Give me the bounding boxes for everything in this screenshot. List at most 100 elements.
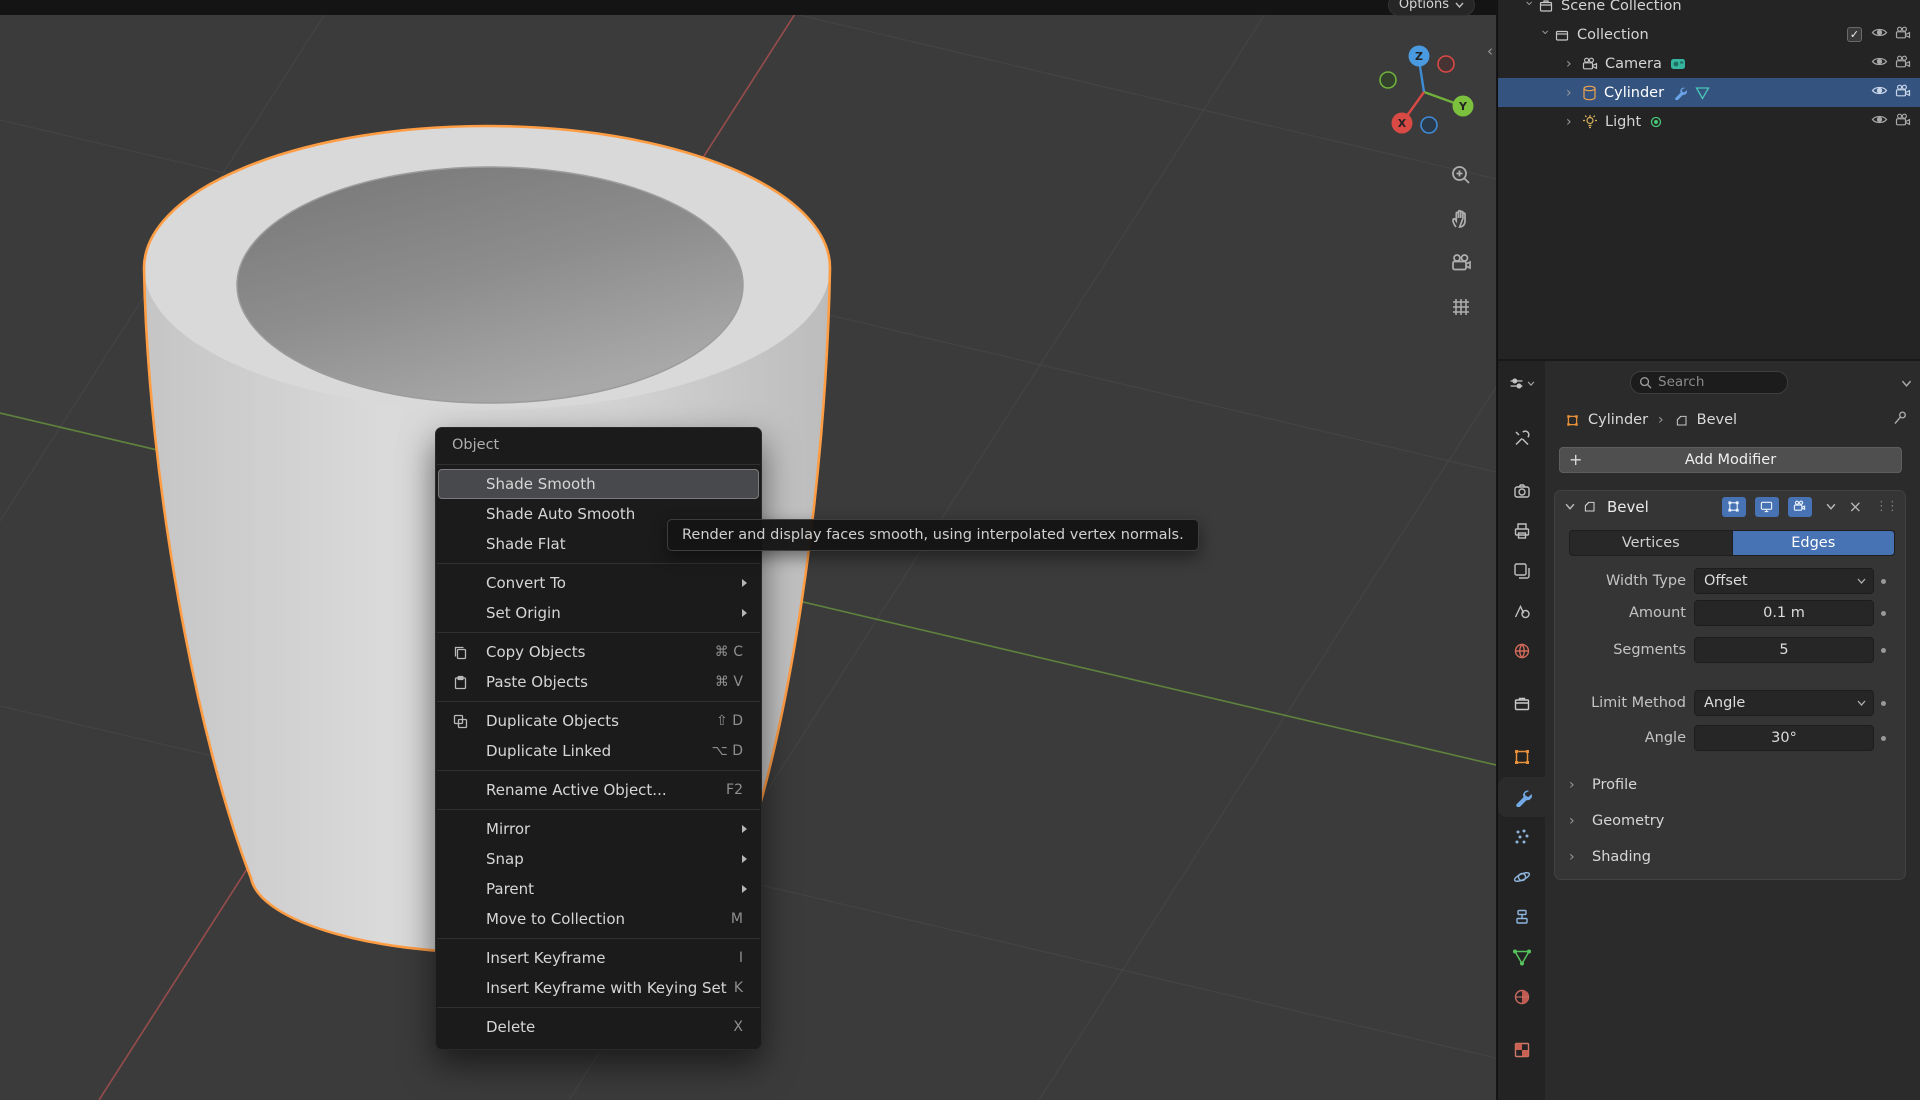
section-shading[interactable]: › Shading (1555, 843, 1905, 871)
width-type-dropdown[interactable]: Offset (1694, 568, 1874, 594)
close-icon[interactable]: × (1849, 497, 1862, 516)
panel-expand-icon[interactable] (1565, 503, 1575, 510)
tab-render[interactable] (1498, 471, 1545, 511)
expand-icon[interactable]: › (1566, 85, 1580, 101)
affect-edges-button[interactable]: Edges (1732, 530, 1895, 556)
render-display-toggle[interactable] (1787, 496, 1812, 517)
tab-object[interactable] (1498, 737, 1545, 777)
section-profile[interactable]: › Profile (1555, 771, 1905, 799)
realtime-display-toggle[interactable] (1754, 496, 1779, 517)
affect-vertices-button[interactable]: Vertices (1569, 530, 1733, 556)
zoom-icon[interactable] (1447, 161, 1474, 188)
drag-handle-icon[interactable]: ⋮⋮ (1875, 499, 1899, 514)
breadcrumb-object[interactable]: Cylinder (1588, 412, 1648, 428)
editor-type-selector[interactable] (1498, 361, 1545, 405)
expand-icon[interactable]: › (1566, 56, 1580, 72)
hide-eye-icon[interactable] (1871, 113, 1888, 130)
outliner-row-scene-collection[interactable]: › Scene Collection (1498, 0, 1920, 20)
animate-dot[interactable] (1874, 610, 1892, 616)
region-collapse-icon[interactable]: ‹ (1487, 42, 1493, 60)
camera-data-badge-icon[interactable] (1670, 57, 1686, 71)
pan-hand-icon[interactable] (1447, 205, 1474, 232)
menu-item-duplicate-linked[interactable]: Duplicate Linked ⌥ D (438, 736, 759, 766)
tab-texture[interactable] (1498, 1030, 1545, 1070)
modifier-extras-icon[interactable] (1826, 503, 1836, 510)
camera-view-icon[interactable] (1447, 249, 1474, 276)
tab-collection[interactable] (1498, 684, 1545, 724)
menu-item-duplicate-objects[interactable]: Duplicate Objects ⇧ D (438, 706, 759, 736)
disable-render-icon[interactable] (1895, 84, 1911, 102)
gizmo-neg-x[interactable] (1437, 55, 1455, 73)
navigation-gizmo[interactable]: Z Y X (1368, 36, 1480, 148)
gizmo-neg-z[interactable] (1420, 116, 1438, 134)
mesh-data-badge-icon[interactable] (1695, 86, 1710, 100)
tab-tool[interactable] (1498, 418, 1545, 458)
menu-item-snap[interactable]: Snap (438, 844, 759, 874)
3d-viewport[interactable]: Options ‹ Z Y X Object Shade Smooth Shad… (0, 0, 1496, 1100)
tab-particles[interactable] (1498, 817, 1545, 857)
tab-material[interactable] (1498, 977, 1545, 1017)
collection-checkbox[interactable]: ✓ (1847, 27, 1862, 42)
pin-icon[interactable] (1892, 410, 1908, 430)
menu-item-set-origin[interactable]: Set Origin (438, 598, 759, 628)
disable-render-icon[interactable] (1895, 26, 1911, 44)
amount-field[interactable]: 0.1 m (1694, 600, 1874, 626)
add-modifier-button[interactable]: + Add Modifier (1559, 447, 1902, 473)
search-input[interactable] (1658, 374, 1768, 390)
animate-dot[interactable] (1874, 647, 1892, 653)
tab-constraints[interactable] (1498, 897, 1545, 937)
camera-object-icon (1582, 57, 1598, 71)
hide-eye-icon[interactable] (1871, 84, 1888, 101)
outliner-row-camera[interactable]: › Camera (1498, 49, 1920, 78)
expand-icon[interactable]: › (1566, 114, 1580, 130)
tab-modifiers[interactable] (1498, 777, 1545, 817)
disable-render-icon[interactable] (1895, 55, 1911, 73)
segments-field[interactable]: 5 (1694, 637, 1874, 663)
angle-field[interactable]: 30° (1694, 725, 1874, 751)
menu-separator (437, 464, 760, 465)
menu-item-move-to-collection[interactable]: Move to Collection M (438, 904, 759, 934)
disable-render-icon[interactable] (1895, 113, 1911, 131)
menu-item-convert-to[interactable]: Convert To (438, 568, 759, 598)
outliner-row-light[interactable]: › Light (1498, 107, 1920, 136)
modifier-name[interactable]: Bevel (1607, 498, 1713, 516)
tab-scene[interactable] (1498, 591, 1545, 631)
breadcrumb-modifier[interactable]: Bevel (1697, 412, 1737, 428)
outliner-row-cylinder[interactable]: › Cylinder (1498, 78, 1920, 107)
tab-physics[interactable] (1498, 857, 1545, 897)
light-data-badge-icon[interactable] (1649, 115, 1663, 129)
options-button[interactable]: Options (1387, 0, 1475, 16)
menu-item-rename-active-object[interactable]: Rename Active Object... F2 (438, 775, 759, 805)
gizmo-y-ball[interactable]: Y (1452, 95, 1474, 117)
section-geometry[interactable]: › Geometry (1555, 807, 1905, 835)
expand-icon[interactable]: › (1537, 29, 1553, 43)
tab-world[interactable] (1498, 631, 1545, 671)
menu-item-delete[interactable]: Delete X (438, 1012, 759, 1042)
edit-mode-display-toggle[interactable] (1721, 496, 1746, 517)
menu-item-insert-keyframe[interactable]: Insert Keyframe I (438, 943, 759, 973)
toggle-grid-icon[interactable] (1447, 293, 1474, 320)
animate-dot[interactable] (1874, 578, 1892, 584)
gizmo-x-ball[interactable]: X (1391, 112, 1413, 134)
animate-dot[interactable] (1874, 700, 1892, 706)
search-box[interactable] (1630, 370, 1788, 394)
tab-view-layer[interactable] (1498, 551, 1545, 591)
animate-dot[interactable] (1874, 735, 1892, 741)
menu-item-shade-smooth[interactable]: Shade Smooth (438, 469, 759, 499)
menu-item-copy-objects[interactable]: Copy Objects ⌘ C (438, 637, 759, 667)
menu-item-parent[interactable]: Parent (438, 874, 759, 904)
menu-item-paste-objects[interactable]: Paste Objects ⌘ V (438, 667, 759, 697)
modifier-wrench-badge-icon[interactable] (1672, 85, 1688, 100)
menu-item-insert-keyframe-keying-set[interactable]: Insert Keyframe with Keying Set K (438, 973, 759, 1003)
tab-output[interactable] (1498, 511, 1545, 551)
gizmo-neg-y[interactable] (1379, 71, 1397, 89)
header-dropdown-icon[interactable] (1901, 373, 1912, 391)
gizmo-z-ball[interactable]: Z (1408, 45, 1430, 67)
limit-method-dropdown[interactable]: Angle (1694, 690, 1874, 716)
hide-eye-icon[interactable] (1871, 55, 1888, 72)
tab-object-data[interactable] (1498, 937, 1545, 977)
hide-eye-icon[interactable] (1871, 26, 1888, 43)
menu-item-mirror[interactable]: Mirror (438, 814, 759, 844)
expand-icon[interactable]: › (1521, 0, 1537, 14)
outliner-row-collection[interactable]: › Collection ✓ (1498, 20, 1920, 49)
